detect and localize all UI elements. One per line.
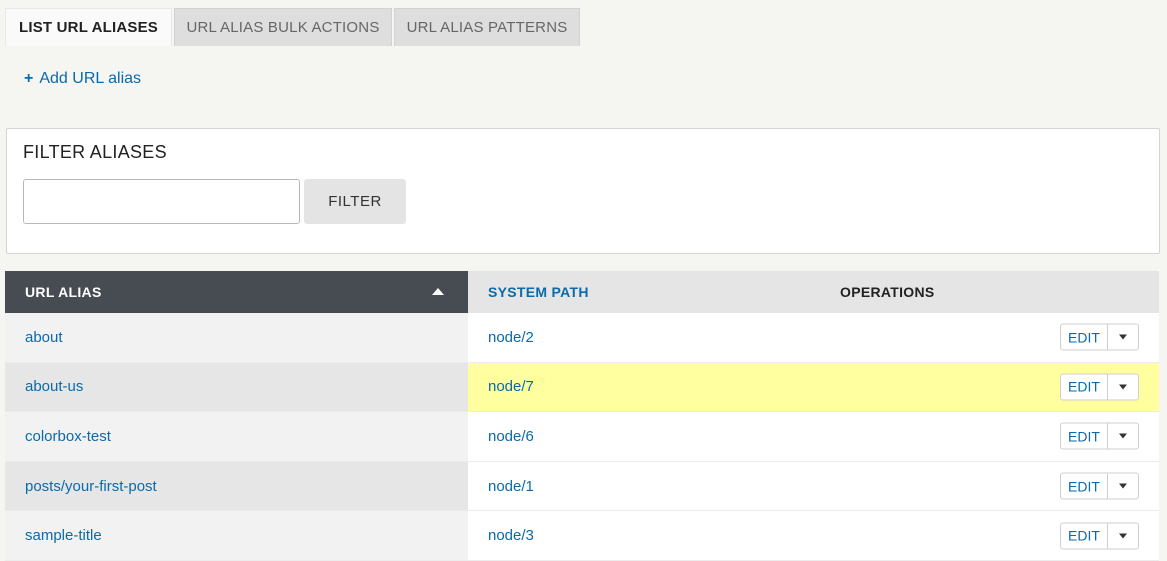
table-row: sample-title node/3 EDIT — [5, 511, 1159, 561]
table-row: posts/your-first-post node/1 EDIT — [5, 461, 1159, 512]
system-path-link[interactable]: node/7 — [488, 378, 534, 395]
alias-link[interactable]: sample-title — [5, 511, 468, 560]
system-path-link[interactable]: node/6 — [488, 428, 534, 445]
system-path-link[interactable]: node/2 — [488, 329, 534, 346]
plus-icon: + — [24, 70, 34, 87]
alias-link[interactable]: about-us — [5, 362, 468, 412]
add-url-alias-label: Add URL alias — [39, 70, 142, 87]
operations-dropbutton: EDIT — [1060, 323, 1139, 351]
edit-button[interactable]: EDIT — [1061, 523, 1108, 549]
table-row: about-us node/7 EDIT — [5, 362, 1159, 413]
operations-dropbutton: EDIT — [1060, 472, 1139, 500]
tab-url-alias-patterns[interactable]: URL ALIAS PATTERNS — [394, 8, 580, 46]
column-header-url-alias-label: URL ALIAS — [25, 284, 102, 300]
table-row: colorbox-test node/6 EDIT — [5, 412, 1159, 462]
alias-link[interactable]: posts/your-first-post — [5, 461, 468, 511]
table-row: about node/2 EDIT — [5, 313, 1159, 363]
operations-toggle[interactable] — [1108, 424, 1138, 449]
sort-ascending-icon — [432, 288, 444, 295]
operations-toggle[interactable] — [1108, 474, 1138, 499]
tab-list-url-aliases[interactable]: LIST URL ALIASES — [5, 8, 172, 46]
filter-button[interactable]: FILTER — [304, 179, 406, 224]
add-url-alias-link[interactable]: + Add URL alias — [24, 70, 141, 88]
chevron-down-icon — [1119, 433, 1127, 439]
operations-toggle[interactable] — [1108, 374, 1138, 399]
chevron-down-icon — [1119, 483, 1127, 489]
column-header-operations: OPERATIONS — [840, 284, 935, 300]
filter-title: FILTER ALIASES — [23, 142, 167, 162]
operations-dropbutton: EDIT — [1060, 522, 1139, 550]
alias-link[interactable]: about — [5, 313, 468, 362]
operations-dropbutton: EDIT — [1060, 422, 1139, 450]
table-header: URL ALIAS SYSTEM PATH OPERATIONS — [5, 271, 1159, 313]
filter-aliases-panel: FILTER ALIASES FILTER — [6, 128, 1160, 254]
system-path-link[interactable]: node/3 — [488, 527, 534, 544]
chevron-down-icon — [1119, 334, 1127, 340]
column-header-system-path[interactable]: SYSTEM PATH — [488, 271, 589, 313]
system-path-link[interactable]: node/1 — [488, 478, 534, 495]
chevron-down-icon — [1119, 533, 1127, 539]
chevron-down-icon — [1119, 384, 1127, 390]
edit-button[interactable]: EDIT — [1061, 324, 1108, 350]
edit-button[interactable]: EDIT — [1061, 473, 1108, 499]
edit-button[interactable]: EDIT — [1061, 423, 1108, 449]
url-alias-table: URL ALIAS SYSTEM PATH OPERATIONS about n… — [5, 271, 1159, 561]
operations-toggle[interactable] — [1108, 325, 1138, 350]
alias-link[interactable]: colorbox-test — [5, 412, 468, 461]
tab-url-alias-bulk-actions[interactable]: URL ALIAS BULK ACTIONS — [174, 8, 392, 46]
operations-dropbutton: EDIT — [1060, 373, 1139, 401]
tab-bar: LIST URL ALIASES URL ALIAS BULK ACTIONS … — [0, 0, 1167, 46]
column-header-url-alias[interactable]: URL ALIAS — [5, 271, 468, 313]
filter-input[interactable] — [23, 179, 300, 224]
edit-button[interactable]: EDIT — [1061, 374, 1108, 400]
operations-toggle[interactable] — [1108, 523, 1138, 548]
